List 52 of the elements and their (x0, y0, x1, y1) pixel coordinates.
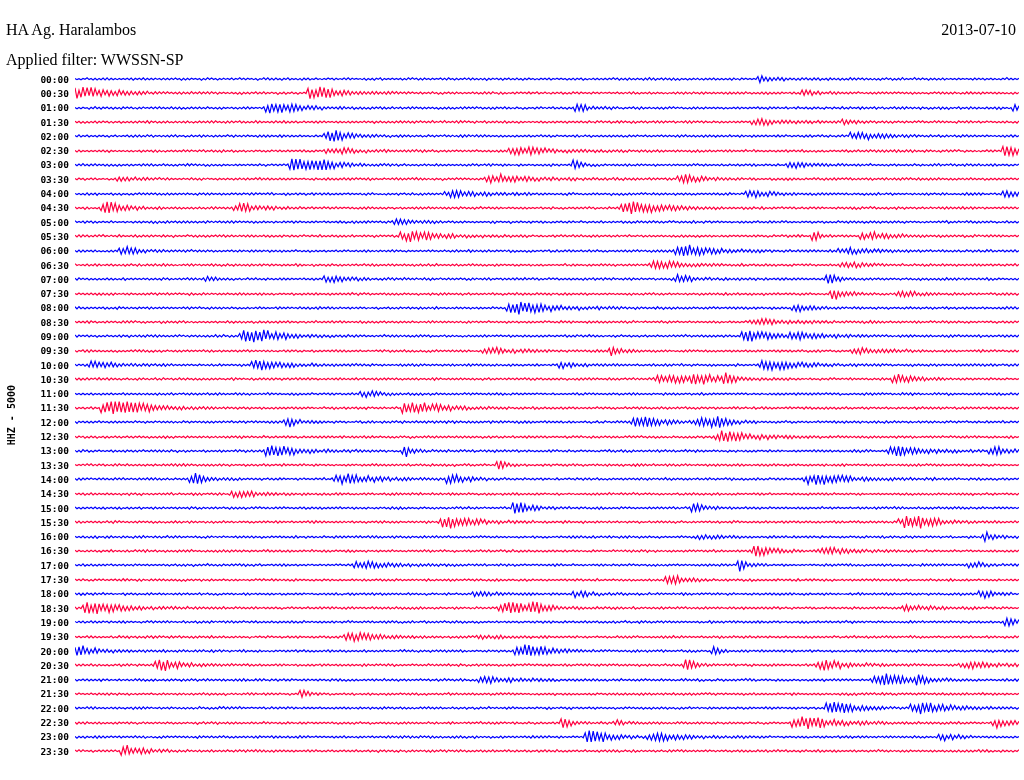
time-label: 07:00 (39, 273, 70, 285)
axis-label: HHZ - 5000 (6, 385, 17, 446)
time-label: 05:30 (39, 230, 70, 242)
time-label: 08:00 (39, 302, 70, 314)
time-label: 00:30 (39, 87, 70, 99)
time-label: 01:00 (39, 102, 70, 114)
time-label: 06:00 (39, 245, 70, 257)
time-label: 13:00 (39, 445, 70, 457)
time-label: 20:30 (39, 659, 70, 671)
time-label: 22:30 (39, 717, 70, 728)
station-name: HA Ag. Haralambos (6, 20, 137, 40)
time-label: 16:30 (39, 545, 70, 557)
time-label: 16:00 (39, 531, 70, 543)
time-label: 10:30 (39, 373, 70, 385)
time-label: 02:30 (39, 145, 70, 157)
time-label: 12:30 (39, 431, 70, 443)
time-label: 09:30 (39, 345, 70, 357)
time-label: 08:30 (39, 316, 70, 328)
time-label: 23:30 (39, 745, 70, 757)
time-label: 11:00 (39, 388, 70, 400)
time-label: 17:30 (39, 574, 70, 586)
time-label: 19:30 (39, 631, 70, 643)
filter-label: Applied filter: WWSSN-SP (6, 50, 185, 70)
time-label: 04:00 (39, 188, 70, 199)
time-label: 05:00 (39, 216, 70, 228)
time-label: 04:30 (39, 202, 70, 214)
time-label: 20:00 (39, 645, 70, 657)
time-label: 18:00 (39, 588, 70, 600)
time-label: 01:30 (39, 116, 70, 128)
time-label: 23:00 (39, 731, 70, 743)
time-label: 03:00 (39, 159, 70, 171)
time-label: 19:00 (39, 616, 70, 628)
time-label: 14:00 (39, 473, 70, 485)
time-label: 10:00 (39, 359, 70, 371)
time-label: 02:00 (39, 130, 70, 142)
plot-date: 2013-07-10 (941, 20, 1016, 40)
time-label: 13:30 (39, 459, 70, 471)
time-label: 07:30 (39, 288, 70, 300)
time-label: 12:00 (39, 416, 70, 428)
time-label: 22:00 (39, 702, 70, 714)
time-label: 11:30 (39, 402, 70, 414)
time-label: 00:00 (39, 73, 70, 85)
time-label: 21:00 (39, 674, 70, 686)
time-label: 17:00 (39, 559, 70, 571)
time-label: 06:30 (39, 259, 70, 271)
time-label: 18:30 (39, 602, 70, 614)
time-label: 03:30 (39, 173, 70, 185)
time-label: 14:30 (39, 488, 70, 500)
time-label: 21:30 (39, 688, 70, 700)
time-label: 15:00 (39, 502, 70, 514)
time-label: 09:00 (39, 331, 70, 342)
time-label: 15:30 (39, 516, 70, 528)
